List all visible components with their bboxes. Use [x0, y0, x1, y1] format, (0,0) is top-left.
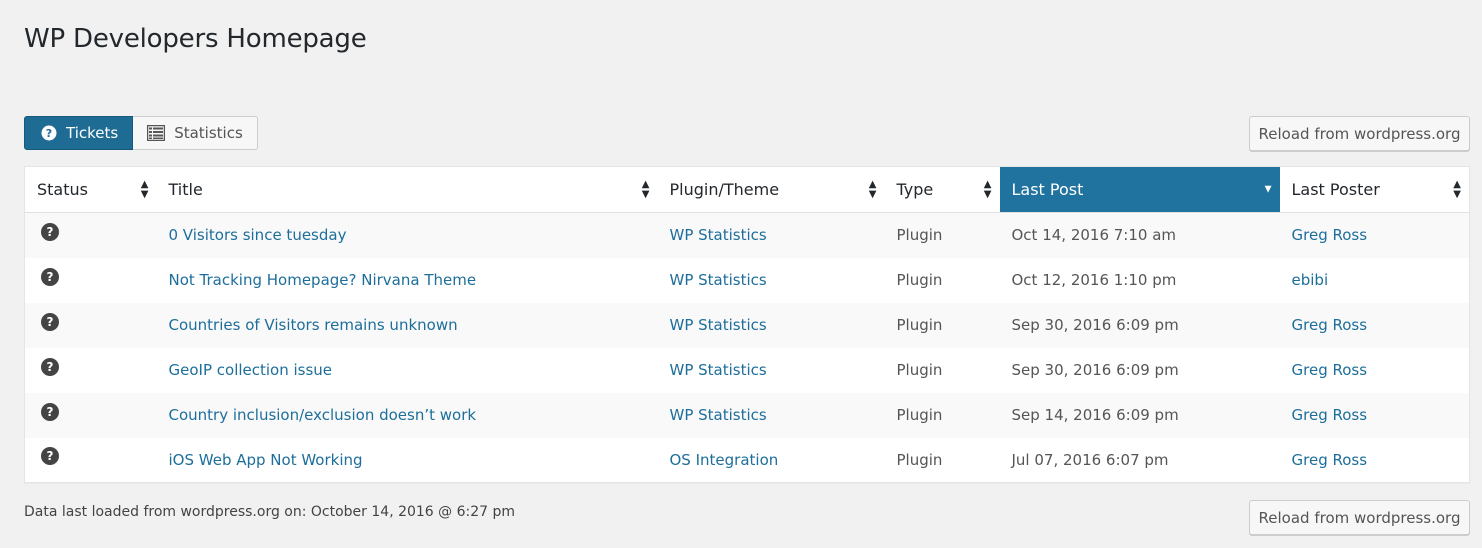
tab-statistics[interactable]: Statistics [133, 116, 258, 150]
tickets-table: Status ▲ ▼ Title ▲ ▼ Plugin/Theme ▲ ▼ Type … [24, 166, 1470, 483]
ticket-title-link[interactable]: Country inclusion/exclusion doesn’t work [169, 406, 477, 424]
question-status-icon: ? [41, 267, 59, 286]
tab-tickets[interactable]: ? Tickets [24, 116, 134, 150]
last-post-cell: Sep 14, 2016 6:09 pm [999, 392, 1280, 438]
plugin-link[interactable]: WP Statistics [670, 271, 767, 289]
column-header-label: Type [896, 180, 934, 199]
view-tabs: ? Tickets Statistics [24, 116, 258, 150]
question-status-icon: ? [41, 447, 59, 466]
ticket-title-link[interactable]: Not Tracking Homepage? Nirvana Theme [169, 271, 477, 289]
plugin-cell: WP Statistics [657, 212, 885, 258]
sort-icon: ▲ ▼ [868, 178, 877, 200]
poster-link[interactable]: Greg Ross [1292, 406, 1368, 424]
last-post-cell: Oct 14, 2016 7:10 am [999, 212, 1280, 258]
poster-link[interactable]: ebibi [1292, 271, 1329, 289]
column-header-label: Plugin/Theme [669, 180, 780, 199]
ticket-title-link[interactable]: iOS Web App Not Working [169, 451, 363, 469]
plugin-link[interactable]: OS Integration [670, 451, 779, 469]
ticket-title-link[interactable]: 0 Visitors since tuesday [169, 226, 347, 244]
tab-statistics-label: Statistics [174, 124, 243, 142]
reload-button-top[interactable]: Reload from wordpress.org [1249, 116, 1470, 151]
plugin-cell: WP Statistics [657, 302, 885, 348]
plugin-link[interactable]: WP Statistics [670, 316, 767, 334]
column-header-label: Status [37, 180, 88, 199]
table-row: ? GeoIP collection issue WP Statistics P… [24, 347, 1470, 393]
status-cell: ? [24, 392, 157, 438]
sort-icon: ▲ ▼ [140, 178, 149, 200]
column-header-label: Title [168, 180, 203, 199]
type-cell: Plugin [884, 212, 1000, 258]
plugin-link[interactable]: WP Statistics [670, 226, 767, 244]
page-title: WP Developers Homepage [24, 24, 367, 54]
type-cell: Plugin [884, 257, 1000, 303]
title-cell: 0 Visitors since tuesday [156, 212, 658, 258]
sort-icon: ▲ ▼ [641, 178, 650, 200]
column-header-last-poster[interactable]: Last Poster ▲ ▼ [1279, 166, 1470, 213]
table-row: ? Countries of Visitors remains unknown … [24, 302, 1470, 348]
column-header-type[interactable]: Type ▲ ▼ [884, 166, 1000, 213]
last-post-cell: Sep 30, 2016 6:09 pm [999, 347, 1280, 393]
type-cell: Plugin [884, 437, 1000, 483]
table-row: ? 0 Visitors since tuesday WP Statistics… [24, 212, 1470, 258]
sort-descending-icon: ▼ [1264, 184, 1272, 194]
column-header-last-post[interactable]: Last Post ▼ [999, 166, 1280, 213]
column-header-title[interactable]: Title ▲ ▼ [156, 166, 658, 213]
sort-icon: ▲ ▼ [1453, 178, 1461, 200]
title-cell: Not Tracking Homepage? Nirvana Theme [156, 257, 658, 303]
sort-icon: ▲ ▼ [983, 178, 992, 200]
plugin-link[interactable]: WP Statistics [670, 406, 767, 424]
poster-link[interactable]: Greg Ross [1292, 451, 1368, 469]
column-header-plugin-theme[interactable]: Plugin/Theme ▲ ▼ [657, 166, 885, 213]
last-post-cell: Jul 07, 2016 6:07 pm [999, 437, 1280, 483]
poster-cell: Greg Ross [1279, 212, 1470, 258]
title-cell: GeoIP collection issue [156, 347, 658, 393]
poster-cell: Greg Ross [1279, 392, 1470, 438]
plugin-cell: OS Integration [657, 437, 885, 483]
last-loaded-text: Data last loaded from wordpress.org on: … [24, 504, 516, 520]
svg-text:?: ? [46, 127, 52, 140]
table-header-row: Status ▲ ▼ Title ▲ ▼ Plugin/Theme ▲ ▼ Type … [24, 166, 1470, 213]
poster-link[interactable]: Greg Ross [1292, 361, 1368, 379]
title-cell: Country inclusion/exclusion doesn’t work [156, 392, 658, 438]
table-row: ? iOS Web App Not Working OS Integration… [24, 437, 1470, 483]
question-status-icon: ? [41, 312, 59, 331]
column-header-label: Last Poster [1291, 180, 1380, 199]
type-cell: Plugin [884, 302, 1000, 348]
title-cell: iOS Web App Not Working [156, 437, 658, 483]
question-status-icon: ? [41, 402, 59, 421]
question-status-icon: ? [41, 357, 59, 376]
plugin-cell: WP Statistics [657, 347, 885, 393]
reload-button-bottom[interactable]: Reload from wordpress.org [1249, 500, 1470, 535]
status-cell: ? [24, 437, 157, 483]
question-circle-icon: ? [41, 125, 57, 141]
list-table-icon [147, 125, 166, 141]
title-cell: Countries of Visitors remains unknown [156, 302, 658, 348]
status-cell: ? [24, 212, 157, 258]
type-cell: Plugin [884, 392, 1000, 438]
column-header-status[interactable]: Status ▲ ▼ [24, 166, 157, 213]
status-cell: ? [24, 302, 157, 348]
status-cell: ? [24, 257, 157, 303]
table-row: ? Not Tracking Homepage? Nirvana Theme W… [24, 257, 1470, 303]
poster-cell: Greg Ross [1279, 347, 1470, 393]
poster-link[interactable]: Greg Ross [1292, 226, 1368, 244]
type-cell: Plugin [884, 347, 1000, 393]
status-cell: ? [24, 347, 157, 393]
column-header-label: Last Post [1011, 180, 1084, 199]
poster-cell: ebibi [1279, 257, 1470, 303]
question-status-icon: ? [41, 222, 59, 241]
plugin-link[interactable]: WP Statistics [670, 361, 767, 379]
ticket-title-link[interactable]: Countries of Visitors remains unknown [169, 316, 458, 334]
tab-tickets-label: Tickets [66, 124, 119, 142]
ticket-title-link[interactable]: GeoIP collection issue [169, 361, 333, 379]
last-post-cell: Sep 30, 2016 6:09 pm [999, 302, 1280, 348]
last-post-cell: Oct 12, 2016 1:10 pm [999, 257, 1280, 303]
poster-cell: Greg Ross [1279, 437, 1470, 483]
plugin-cell: WP Statistics [657, 257, 885, 303]
plugin-cell: WP Statistics [657, 392, 885, 438]
poster-link[interactable]: Greg Ross [1292, 316, 1368, 334]
table-row: ? Country inclusion/exclusion doesn’t wo… [24, 392, 1470, 438]
poster-cell: Greg Ross [1279, 302, 1470, 348]
